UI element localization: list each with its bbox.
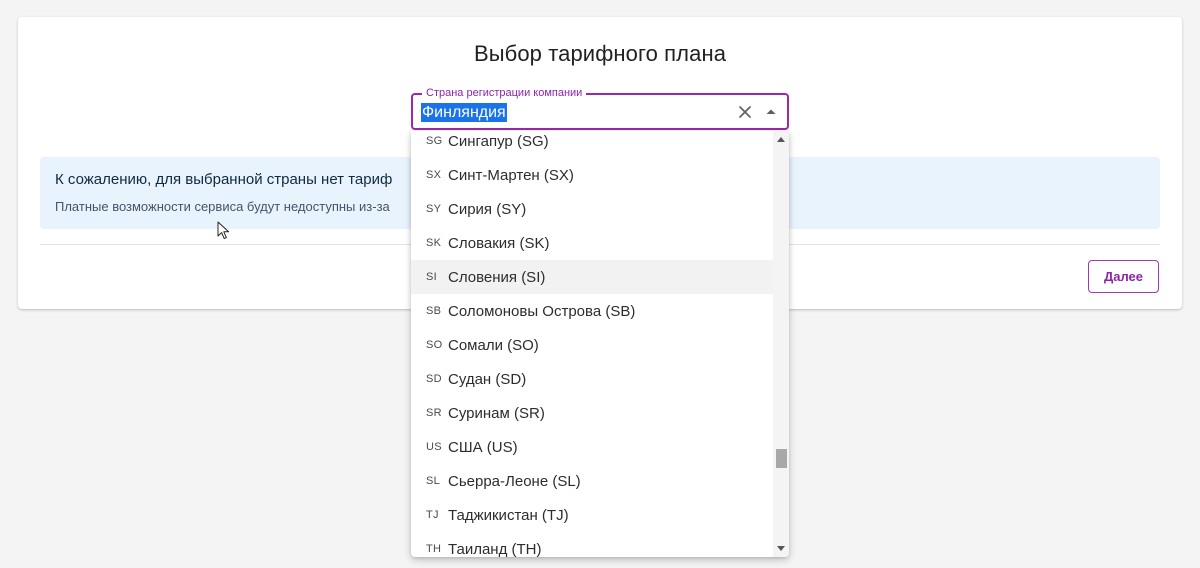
close-icon[interactable] (735, 102, 755, 122)
arrow-drop-up-icon[interactable] (761, 102, 781, 122)
alert-text: Платные возможности сервиса будут недост… (55, 199, 390, 214)
country-field-label: Страна регистрации компании (422, 87, 587, 100)
country-code: SK (426, 237, 442, 249)
country-option[interactable]: SY Сирия (SY) (411, 192, 773, 226)
country-name: Суринам (SR) (448, 404, 545, 422)
country-option[interactable]: SR Суринам (SR) (411, 396, 773, 430)
country-name: Сингапур (SG) (448, 132, 549, 150)
country-code: TJ (426, 509, 439, 521)
country-name: Синт-Мартен (SX) (448, 166, 574, 184)
country-field[interactable]: Страна регистрации компании Финляндия (411, 87, 789, 130)
country-option[interactable]: TJ Таджикистан (TJ) (411, 498, 773, 532)
country-name: Таиланд (TH) (448, 540, 542, 558)
country-name: Сомали (SO) (448, 336, 539, 354)
country-code: SB (426, 305, 442, 317)
country-code: SR (426, 407, 442, 419)
country-code: SX (426, 169, 442, 181)
country-code: US (426, 441, 442, 453)
country-name: Словения (SI) (448, 268, 546, 286)
country-code: SI (426, 271, 437, 283)
scrollbar-thumb[interactable] (776, 449, 787, 468)
country-option[interactable]: SI Словения (SI) (411, 260, 773, 294)
country-name: Сьерра-Леоне (SL) (448, 472, 581, 490)
next-button[interactable]: Далее (1088, 260, 1159, 293)
country-option[interactable]: SO Сомали (SO) (411, 328, 773, 362)
country-name: Таджикистан (TJ) (448, 506, 569, 524)
scroll-up-arrow-icon[interactable] (777, 137, 785, 142)
country-option[interactable]: TH Таиланд (TH) (411, 532, 773, 558)
country-code: TH (426, 543, 442, 555)
country-name: Сирия (SY) (448, 200, 527, 218)
country-option[interactable]: SK Словакия (SK) (411, 226, 773, 260)
country-name: Соломоновы Острова (SB) (448, 302, 636, 320)
country-name: Судан (SD) (448, 370, 527, 388)
country-option[interactable]: SD Судан (SD) (411, 362, 773, 396)
scroll-down-arrow-icon[interactable] (777, 546, 785, 551)
country-options: SG Сингапур (SG) SX Синт-Мартен (SX) SY Сирия… (411, 131, 773, 557)
country-name: Словакия (SK) (448, 234, 550, 252)
country-code: SO (426, 339, 443, 351)
country-name: США (US) (448, 438, 518, 456)
country-option[interactable]: US США (US) (411, 430, 773, 464)
mouse-pointer-icon (217, 221, 230, 240)
country-option[interactable]: SX Синт-Мартен (SX) (411, 158, 773, 192)
country-code: SD (426, 373, 442, 385)
country-code: SL (426, 475, 441, 487)
country-code: SG (426, 135, 443, 147)
country-code: SY (426, 203, 442, 215)
country-input[interactable]: Финляндия (421, 103, 507, 122)
country-option[interactable]: SB Соломоновы Острова (SB) (411, 294, 773, 328)
country-listbox: SG Сингапур (SG) SX Синт-Мартен (SX) SY Сирия… (411, 131, 789, 557)
country-option[interactable]: SG Сингапур (SG) (411, 131, 773, 158)
country-option[interactable]: SL Сьерра-Леоне (SL) (411, 464, 773, 498)
alert-title: К сожалению, для выбранной страны нет та… (55, 171, 393, 188)
page-title: Выбор тарифного плана (473, 41, 727, 66)
listbox-scrollbar[interactable] (773, 131, 789, 557)
